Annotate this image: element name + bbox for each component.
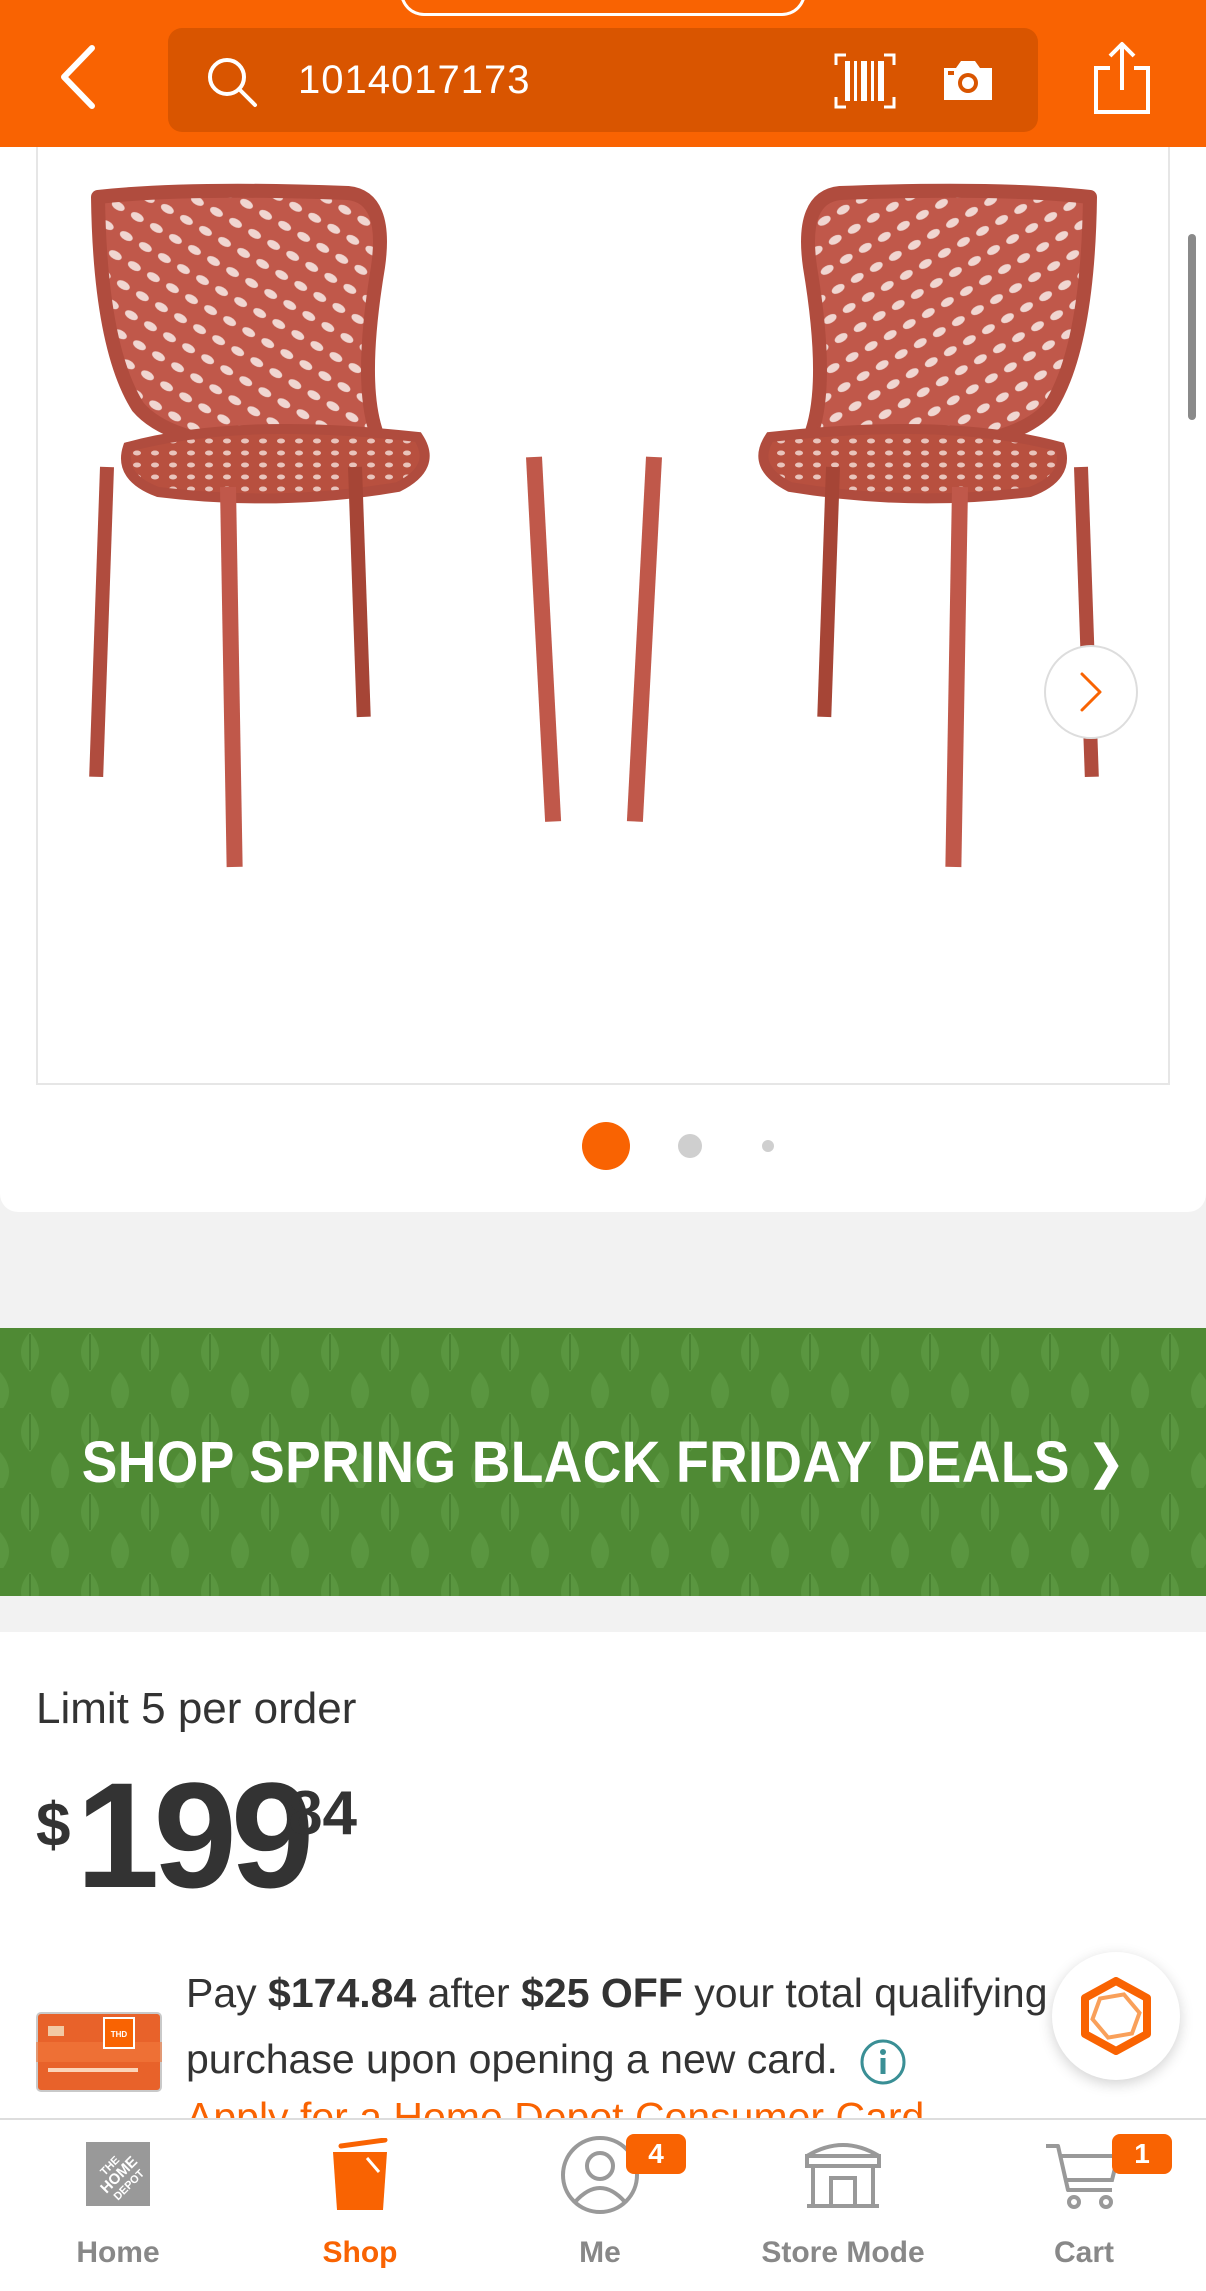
status-notch [400,0,806,16]
chat-button[interactable] [1052,1952,1180,2080]
product-gallery [0,147,1206,1212]
search-input[interactable]: 1014017173 [168,28,1038,132]
right-chair [626,183,1099,868]
product-chairs-image [89,183,1099,868]
nav-home[interactable]: THE HOME DEPOT Home [8,2138,228,2278]
promo-line-1: Pay $174.84 after $25 OFF your total qua… [186,1960,1066,2026]
price-dollars: 199 [76,1751,314,1919]
spring-black-friday-banner[interactable]: SHOP SPRING BLACK FRIDAY DEALS ❯ [0,1328,1206,1596]
chat-hexagon-icon [1081,1977,1151,2055]
left-chair [89,183,562,868]
promo-mid: after [416,1970,522,2016]
nav-store-mode-label: Store Mode [761,2236,925,2269]
promo-prefix: Pay [186,1970,269,2016]
shop-bucket-icon [333,2138,388,2210]
banner-arrow-icon: ❯ [1088,1436,1125,1488]
promo-line-2-text: purchase upon opening a new card. [186,2036,838,2082]
top-header: 1014017173 [0,0,1206,147]
promo-suffix: your total qualifying [682,1970,1048,2016]
chevron-left-icon [61,45,95,109]
promo-amount: $174.84 [268,1970,417,2016]
pagination-dot-active[interactable] [582,1122,630,1170]
bottom-navigation: THE HOME DEPOT Home Shop 4 Me Store Mode… [0,2118,1206,2291]
nav-store-mode[interactable]: Store Mode [733,2138,953,2278]
image-pagination [0,1122,1206,1172]
store-icon [805,2143,881,2208]
search-icon [208,58,257,107]
page-scrollbar[interactable] [1188,234,1196,420]
nav-shop-label: Shop [322,2236,398,2269]
me-badge: 4 [626,2134,686,2174]
barcode-icon[interactable] [834,53,896,109]
nav-me[interactable]: 4 Me [490,2134,710,2278]
search-query[interactable]: 1014017173 [298,55,530,105]
card-promo-text: Pay $174.84 after $25 OFF your total qua… [186,1960,1066,2092]
banner-text: SHOP SPRING BLACK FRIDAY DEALS ❯ [48,1328,1158,1596]
price-currency: $ [36,1791,71,1860]
promo-line-2: purchase upon opening a new card. [186,2026,1066,2092]
pagination-dot[interactable] [762,1140,774,1152]
price-cents: 84 [288,1779,357,1848]
promo-discount: $25 OFF [521,1970,683,2016]
credit-card-image: THD [36,2012,162,2092]
nav-me-label: Me [579,2236,621,2269]
camera-icon[interactable] [940,56,996,104]
back-button[interactable] [48,42,108,112]
banner-label: SHOP SPRING BLACK FRIDAY DEALS [81,1429,1070,1495]
home-depot-logo-icon: THE HOME DEPOT [86,2142,150,2206]
svg-text:THD: THD [111,2030,128,2039]
pagination-dot[interactable] [678,1134,702,1158]
cart-badge: 1 [1112,2134,1172,2174]
nav-home-label: Home [76,2236,160,2269]
purchase-limit: Limit 5 per order [36,1684,357,1733]
info-icon[interactable] [859,2038,907,2086]
nav-cart-label: Cart [1053,2236,1114,2269]
nav-cart[interactable]: 1 Cart [974,2134,1194,2278]
nav-shop[interactable]: Shop [250,2138,470,2278]
chevron-right-icon [1080,672,1102,712]
share-icon[interactable] [1090,40,1154,116]
product-image[interactable] [36,147,1170,1085]
next-image-button[interactable] [1044,645,1138,739]
